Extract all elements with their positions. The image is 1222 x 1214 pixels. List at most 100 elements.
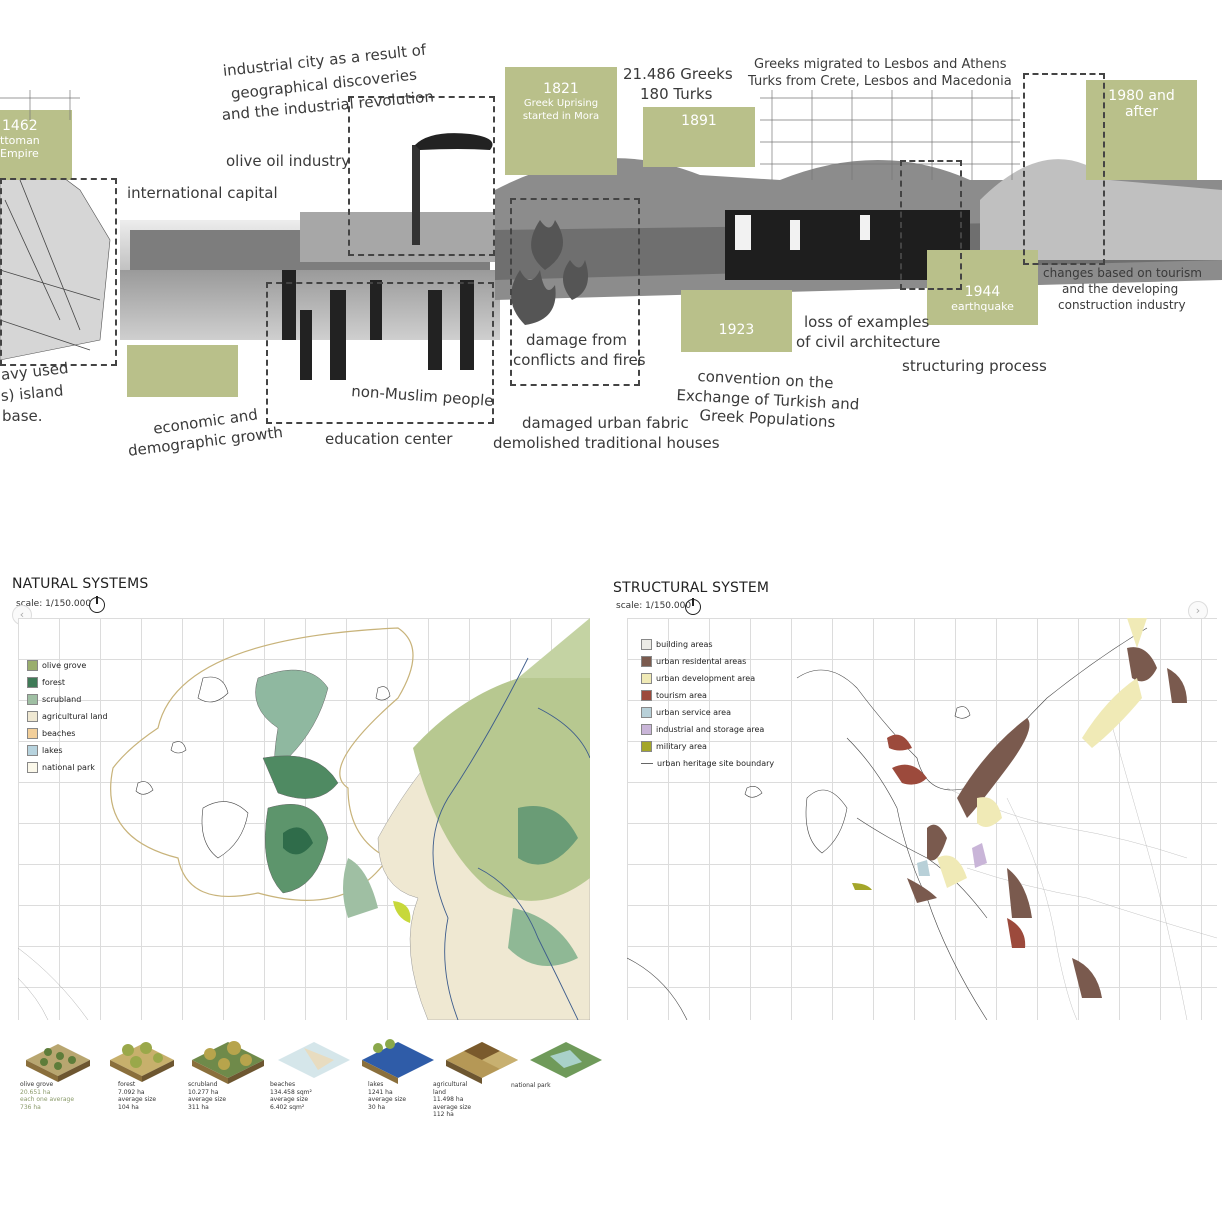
- iso-agricultural: [446, 1042, 518, 1084]
- legend-item: lakes: [27, 742, 108, 759]
- iso-note: average size: [188, 1096, 227, 1103]
- text-damage-from: damage from: [526, 331, 627, 349]
- iso-note: average size: [118, 1096, 157, 1103]
- iso-label-national-park: national park: [511, 1082, 551, 1090]
- iso-avg: 112 ha: [433, 1111, 454, 1118]
- year-box-1891: 1891: [643, 107, 755, 167]
- text-international-capital: international capital: [127, 184, 278, 202]
- north-arrow-icon: [89, 596, 105, 613]
- iso-name-2: land: [433, 1088, 446, 1096]
- legend-swatch: [641, 724, 652, 735]
- iso-beaches: [278, 1042, 350, 1078]
- frame-dashed-2: [348, 96, 495, 256]
- year-box-1462: 1462 ttoman Empire: [0, 110, 72, 180]
- iso-label-olive: olive grove 20.651 ha each one average 7…: [20, 1081, 74, 1111]
- legend-item: urban heritage site boundary: [641, 755, 774, 772]
- legend-item: urban development area: [641, 670, 774, 687]
- legend-item: tourism area: [641, 687, 774, 704]
- structural-scale-label: scale: 1/150.000: [616, 601, 692, 611]
- iso-area: 1241 ha: [368, 1088, 393, 1096]
- iso-area: 10.277 ha: [188, 1088, 219, 1096]
- text-migrated-turks: Turks from Crete, Lesbos and Macedonia: [748, 74, 1012, 89]
- legend-item: scrubland: [27, 691, 108, 708]
- legend-label: scrubland: [42, 695, 82, 704]
- legend-item: building areas: [641, 636, 774, 653]
- legend-item: forest: [27, 674, 108, 691]
- year-box-1821: 1821 Greek Uprising started in Mora: [505, 67, 617, 175]
- frame-dashed-5: [1023, 73, 1105, 265]
- text-tourism-1: changes based on tourism: [1043, 266, 1202, 280]
- legend-item: urban service area: [641, 704, 774, 721]
- legend-label: lakes: [42, 746, 63, 755]
- cross-grid-decoration-left: [0, 90, 80, 120]
- legend-swatch: [27, 660, 38, 671]
- legend-line: [641, 763, 653, 764]
- iso-avg: 311 ha: [188, 1103, 209, 1111]
- legend-label: tourism area: [656, 691, 707, 700]
- north-arrow-icon: [685, 598, 701, 615]
- legend-swatch: [641, 707, 652, 718]
- iso-avg: 6.402 sqm²: [270, 1103, 305, 1111]
- iso-name: lakes: [368, 1081, 384, 1088]
- text-navy-2: s) island: [0, 381, 65, 405]
- legend-label: urban service area: [656, 708, 731, 717]
- text-structuring: structuring process: [902, 357, 1047, 375]
- iso-area: 11.498 ha: [433, 1096, 464, 1103]
- legend-label: urban residental areas: [656, 657, 747, 666]
- text-olive-oil: olive oil industry: [226, 152, 351, 170]
- iso-name: agricultural: [433, 1081, 468, 1088]
- iso-name: forest: [118, 1081, 136, 1088]
- legend-swatch: [641, 639, 652, 650]
- legend-item: agricultural land: [27, 708, 108, 725]
- natural-systems-map[interactable]: olive grove forest scrubland agricultura…: [18, 618, 590, 1020]
- cross-grid-decoration: [760, 90, 1020, 180]
- legend-swatch: [641, 656, 652, 667]
- land-use-isometric-tiles: [26, 1039, 602, 1084]
- iso-avg: 30 ha: [368, 1103, 386, 1111]
- structural-system-map[interactable]: building areas urban residental areas ur…: [627, 618, 1217, 1020]
- iso-name: scrubland: [188, 1081, 218, 1088]
- iso-note: average size: [433, 1103, 472, 1111]
- legend-label: industrial and storage area: [656, 725, 765, 734]
- iso-name: beaches: [270, 1081, 296, 1088]
- structural-legend: building areas urban residental areas ur…: [641, 636, 774, 772]
- legend-item: national park: [27, 759, 108, 776]
- iso-label-agricultural: agricultural land 11.498 ha average size…: [433, 1081, 471, 1119]
- legend-swatch: [27, 694, 38, 705]
- legend-label: military area: [656, 742, 707, 751]
- text-damaged-fabric: damaged urban fabric: [522, 414, 689, 432]
- legend-item: urban residental areas: [641, 653, 774, 670]
- legend-item: military area: [641, 738, 774, 755]
- timeline-collage: 1462 ttoman Empire 1821 Greek Uprising s…: [0, 0, 1222, 470]
- text-greeks-count: 21.486 Greeks: [623, 65, 733, 83]
- legend-swatch: [641, 673, 652, 684]
- legend-swatch: [641, 690, 652, 701]
- text-demolished-houses: demolished traditional houses: [493, 434, 720, 452]
- legend-swatch: [27, 745, 38, 756]
- text-navy-3: base.: [2, 407, 43, 425]
- legend-label: national park: [42, 763, 95, 772]
- iso-avg: 104 ha: [118, 1103, 139, 1111]
- year-box-1923: 1923: [681, 290, 792, 352]
- legend-label: olive grove: [42, 661, 87, 670]
- iso-avg: 736 ha: [20, 1103, 41, 1111]
- legend-label: building areas: [656, 640, 713, 649]
- iso-label-forest: forest 7.092 ha average size 104 ha: [118, 1081, 156, 1111]
- legend-label: beaches: [42, 729, 76, 738]
- legend-swatch: [27, 677, 38, 688]
- text-conflicts-fires: conflicts and fires: [513, 351, 646, 369]
- iso-name: national park: [511, 1082, 551, 1089]
- legend-label: agricultural land: [42, 712, 108, 721]
- structural-system-title: STRUCTURAL SYSTEM: [613, 580, 770, 596]
- iso-note: average size: [270, 1096, 309, 1103]
- legend-label: urban heritage site boundary: [657, 759, 775, 768]
- legend-swatch: [27, 762, 38, 773]
- iso-label-scrubland: scrubland 10.277 ha average size 311 ha: [188, 1081, 226, 1111]
- iso-label-beaches: beaches 134.458 sqm² average size 6.402 …: [270, 1081, 312, 1111]
- iso-area: 7.092 ha: [118, 1088, 145, 1096]
- legend-item: beaches: [27, 725, 108, 742]
- text-turks-count: 180 Turks: [640, 85, 713, 103]
- text-education-center: education center: [325, 430, 453, 448]
- decorative-box: [127, 345, 238, 397]
- legend-item: olive grove: [27, 657, 108, 674]
